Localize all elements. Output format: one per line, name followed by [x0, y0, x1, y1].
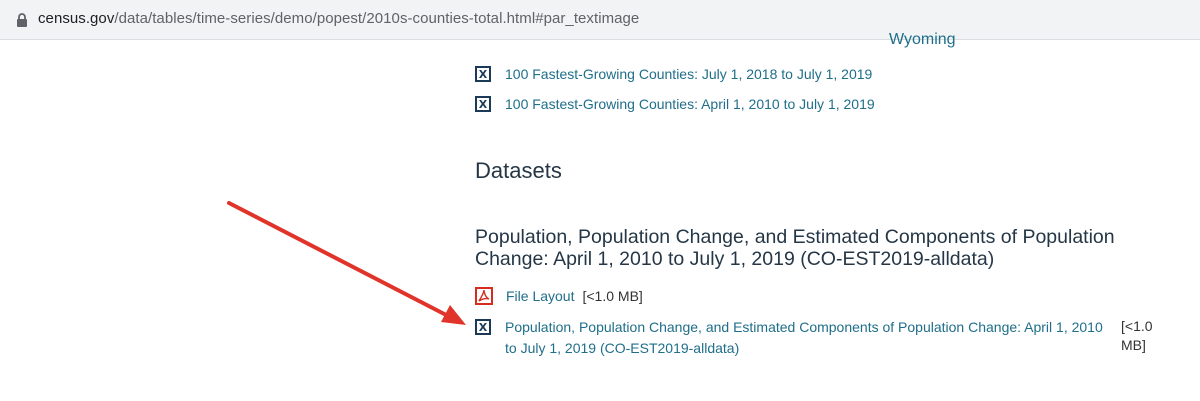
state-link-wyoming[interactable]: Wyoming	[889, 31, 956, 49]
address-bar[interactable]: census.gov/data/tables/time-series/demo/…	[0, 0, 1200, 40]
lock-icon[interactable]	[16, 12, 28, 28]
xls-icon[interactable]: X	[475, 96, 491, 112]
url-text[interactable]: census.gov/data/tables/time-series/demo/…	[38, 10, 639, 27]
file-size: [<1.0 MB]	[582, 288, 643, 304]
pdf-icon[interactable]	[475, 287, 493, 305]
xls-icon[interactable]: X	[475, 319, 491, 335]
list-item: X 100 Fastest-Growing Counties: July 1, …	[475, 64, 872, 85]
url-domain: census.gov	[38, 10, 115, 27]
list-item: X 100 Fastest-Growing Counties: April 1,…	[475, 94, 875, 115]
file-size: [<1.0 MB]	[1121, 318, 1153, 353]
url-path: /data/tables/time-series/demo/popest/201…	[114, 10, 640, 27]
fastest-growing-2018-2019-link[interactable]: 100 Fastest-Growing Counties: July 1, 20…	[505, 64, 872, 85]
datasets-heading: Datasets	[475, 158, 562, 183]
dataset-title: Population, Population Change, and Estim…	[475, 226, 1115, 270]
data-file-row: X Population, Population Change, and Est…	[475, 317, 1105, 359]
fastest-growing-2010-2019-link[interactable]: 100 Fastest-Growing Counties: April 1, 2…	[505, 94, 875, 115]
co-est2019-alldata-link[interactable]: Population, Population Change, and Estim…	[505, 317, 1105, 359]
xls-icon[interactable]: X	[475, 66, 491, 82]
file-layout-row: File Layout [<1.0 MB]	[475, 286, 643, 307]
file-layout-link[interactable]: File Layout	[506, 286, 574, 307]
